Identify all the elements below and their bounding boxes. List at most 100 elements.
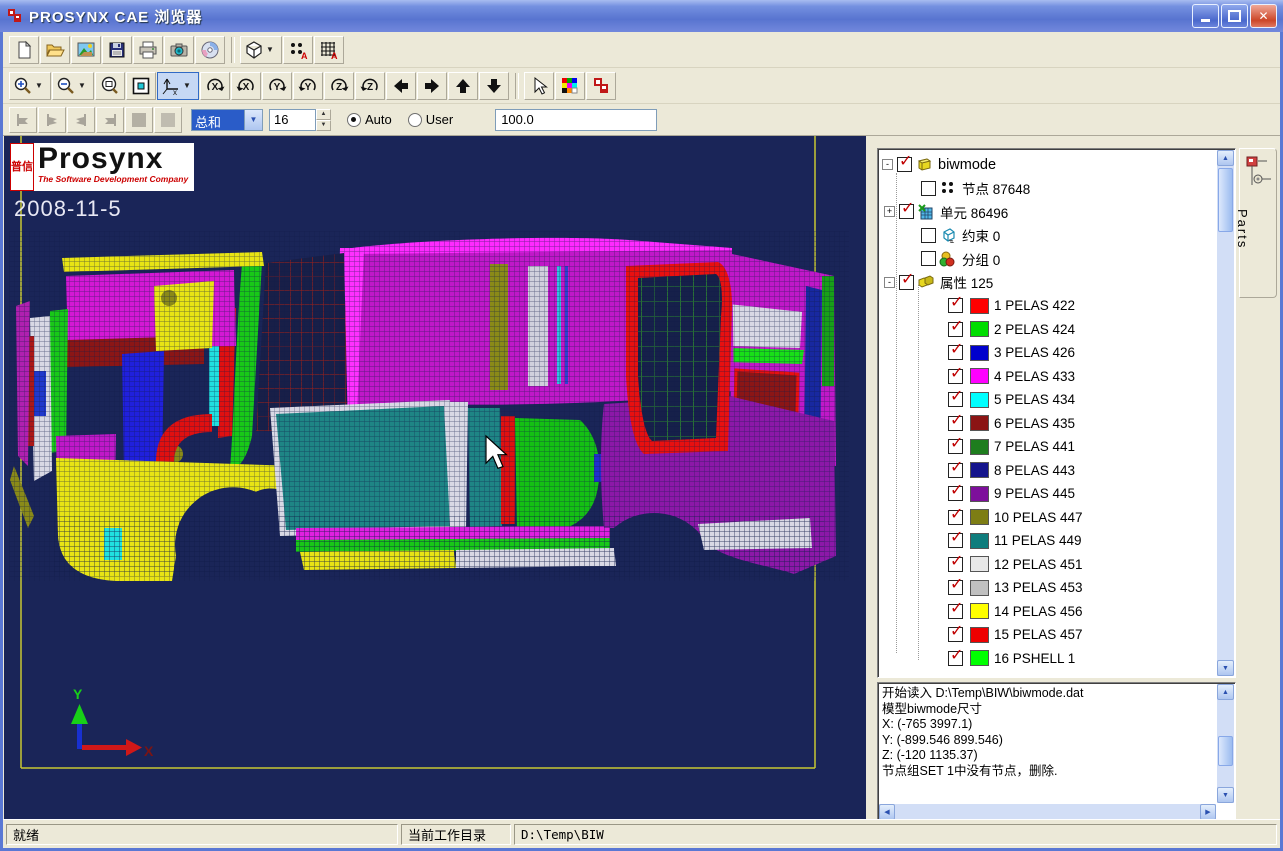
properties-checkbox[interactable]: ✓ <box>899 275 914 290</box>
property-label[interactable]: 6 PELAS 435 <box>994 416 1075 431</box>
zoom-fit-button[interactable] <box>126 72 156 100</box>
tree-property-row[interactable]: ✓ 6 PELAS 435 <box>878 412 1235 436</box>
expander-icon[interactable]: - <box>884 277 895 288</box>
property-checkbox[interactable]: ✓ <box>948 345 963 360</box>
property-checkbox[interactable]: ✓ <box>948 369 963 384</box>
tree-property-row[interactable]: ✓ 15 PELAS 457 <box>878 623 1235 647</box>
radio-user-dot[interactable] <box>408 113 422 127</box>
pan-down-button[interactable] <box>479 72 509 100</box>
parts-tab[interactable]: Parts <box>1239 148 1277 298</box>
prosynx-tool-button[interactable] <box>586 72 616 100</box>
elements-label[interactable]: 单元 86496 <box>940 202 1008 222</box>
element-labels-button[interactable]: A <box>314 36 344 64</box>
pan-right-button[interactable] <box>417 72 447 100</box>
expander-icon[interactable]: + <box>884 206 895 217</box>
scroll-up-button[interactable]: ▲ <box>1217 150 1234 166</box>
swatch-a-button[interactable] <box>125 107 153 133</box>
tree-property-row[interactable]: ✓ 12 PELAS 451 <box>878 553 1235 577</box>
spinner-up-button[interactable]: ▲ <box>316 109 331 120</box>
model-viewport[interactable]: Y X 普信 Prosynx The Software Development … <box>4 136 866 819</box>
tree-property-row[interactable]: ✓10 PELAS 447 <box>878 506 1235 530</box>
close-button[interactable]: ✕ <box>1250 4 1277 28</box>
property-checkbox[interactable]: ✓ <box>948 322 963 337</box>
rotate-x-pos-button[interactable]: X <box>231 72 261 100</box>
scale-input[interactable]: 100.0 <box>495 109 657 131</box>
rotate-z-pos-button[interactable]: Z <box>355 72 385 100</box>
zoom-window-button[interactable] <box>95 72 125 100</box>
rotate-z-neg-button[interactable]: Z <box>324 72 354 100</box>
constraints-label[interactable]: 约束 0 <box>962 225 1000 245</box>
swatch-b-button[interactable] <box>154 107 182 133</box>
snapshot-button[interactable] <box>164 36 194 64</box>
tree-row-root[interactable]: - ✓ biwmode <box>878 153 1235 177</box>
tree-row-elements[interactable]: + ✓ 单元 86496 <box>877 200 1235 224</box>
scroll-left-button[interactable]: ◀ <box>879 804 895 820</box>
pan-up-button[interactable] <box>448 72 478 100</box>
tree-property-row[interactable]: ✓ 1 PELAS 422 <box>878 294 1235 318</box>
media-cd-button[interactable] <box>195 36 225 64</box>
nodes-checkbox[interactable] <box>921 181 936 196</box>
tree-property-row[interactable]: ✓ 4 PELAS 433 <box>878 365 1235 389</box>
tree-property-row[interactable]: ✓16 PSHELL 1 <box>878 647 1235 671</box>
radio-auto-dot[interactable] <box>347 113 361 127</box>
property-checkbox[interactable]: ✓ <box>948 510 963 525</box>
tree-row-groups[interactable]: 分组 0 <box>878 247 1235 271</box>
rotate-y-neg-button[interactable]: Y <box>262 72 292 100</box>
color-palette-button[interactable] <box>555 72 585 100</box>
rotate-y-pos-button[interactable]: Y <box>293 72 323 100</box>
property-label[interactable]: 12 PELAS 451 <box>994 557 1083 572</box>
nodes-label[interactable]: 节点 87648 <box>962 178 1030 198</box>
property-checkbox[interactable]: ✓ <box>948 486 963 501</box>
groups-checkbox[interactable] <box>921 251 936 266</box>
property-label[interactable]: 8 PELAS 443 <box>994 463 1075 478</box>
title-bar[interactable]: PROSYNX CAE 浏览器 ✕ <box>0 0 1283 32</box>
scroll-thumb[interactable] <box>1218 168 1233 232</box>
radio-auto[interactable]: Auto <box>347 112 392 127</box>
scroll-right-button[interactable]: ▶ <box>1200 804 1216 820</box>
zoom-in-button[interactable]: ▼ <box>9 72 51 100</box>
tree-property-row[interactable]: ✓ 13 PELAS 453 <box>878 576 1235 600</box>
property-checkbox[interactable]: ✓ <box>948 627 963 642</box>
radio-user[interactable]: User <box>408 112 453 127</box>
tree-row-constraints[interactable]: 约束 0 <box>878 224 1235 248</box>
tree-property-row[interactable]: ✓11 PELAS 449 <box>878 529 1235 553</box>
property-label[interactable]: 4 PELAS 433 <box>994 369 1075 384</box>
result-combo[interactable]: 总和 ▼ <box>191 109 263 131</box>
rotate-x-neg-button[interactable]: X <box>200 72 230 100</box>
property-label[interactable]: 15 PELAS 457 <box>994 627 1083 642</box>
zoom-out-button[interactable]: ▼ <box>52 72 94 100</box>
expander-icon[interactable]: - <box>882 159 893 170</box>
property-checkbox[interactable]: ✓ <box>948 439 963 454</box>
elements-checkbox[interactable]: ✓ <box>899 204 914 219</box>
tree-property-row[interactable]: ✓ 3 PELAS 426 <box>878 341 1235 365</box>
property-label[interactable]: 13 PELAS 453 <box>994 580 1083 595</box>
property-label[interactable]: 3 PELAS 426 <box>994 345 1075 360</box>
node-labels-button[interactable]: A <box>283 36 313 64</box>
property-label[interactable]: 5 PELAS 434 <box>994 392 1075 407</box>
import-image-button[interactable] <box>71 36 101 64</box>
tree-property-row[interactable]: ✓ 5 PELAS 434 <box>878 388 1235 412</box>
property-checkbox[interactable]: ✓ <box>948 580 963 595</box>
tree-row-properties[interactable]: - ✓ 属性 125 <box>877 271 1235 295</box>
shade-mode-button[interactable]: ▼ <box>240 36 282 64</box>
property-label[interactable]: 7 PELAS 441 <box>994 439 1075 454</box>
scroll-down-button[interactable]: ▼ <box>1217 787 1234 803</box>
property-label[interactable]: 1 PELAS 422 <box>994 298 1075 313</box>
property-checkbox[interactable]: ✓ <box>948 463 963 478</box>
scroll-thumb[interactable] <box>1218 736 1233 766</box>
tree-property-row[interactable]: ✓ 7 PELAS 441 <box>878 435 1235 459</box>
tree-property-row[interactable]: ✓ 2 PELAS 424 <box>878 318 1235 342</box>
scroll-up-button[interactable]: ▲ <box>1217 684 1234 700</box>
property-checkbox[interactable]: ✓ <box>948 392 963 407</box>
root-checkbox[interactable]: ✓ <box>897 157 912 172</box>
property-label[interactable]: 14 PELAS 456 <box>994 604 1083 619</box>
property-checkbox[interactable]: ✓ <box>948 416 963 431</box>
constraints-checkbox[interactable] <box>921 228 936 243</box>
minimize-button[interactable] <box>1192 4 1219 28</box>
frame-spinner[interactable]: 16 ▲▼ <box>269 109 331 131</box>
property-label[interactable]: 2 PELAS 424 <box>994 322 1075 337</box>
spinner-down-button[interactable]: ▼ <box>316 120 331 131</box>
property-checkbox[interactable]: ✓ <box>948 298 963 313</box>
log-vscrollbar[interactable]: ▲ ▼ <box>1217 684 1234 803</box>
property-checkbox[interactable]: ✓ <box>948 557 963 572</box>
